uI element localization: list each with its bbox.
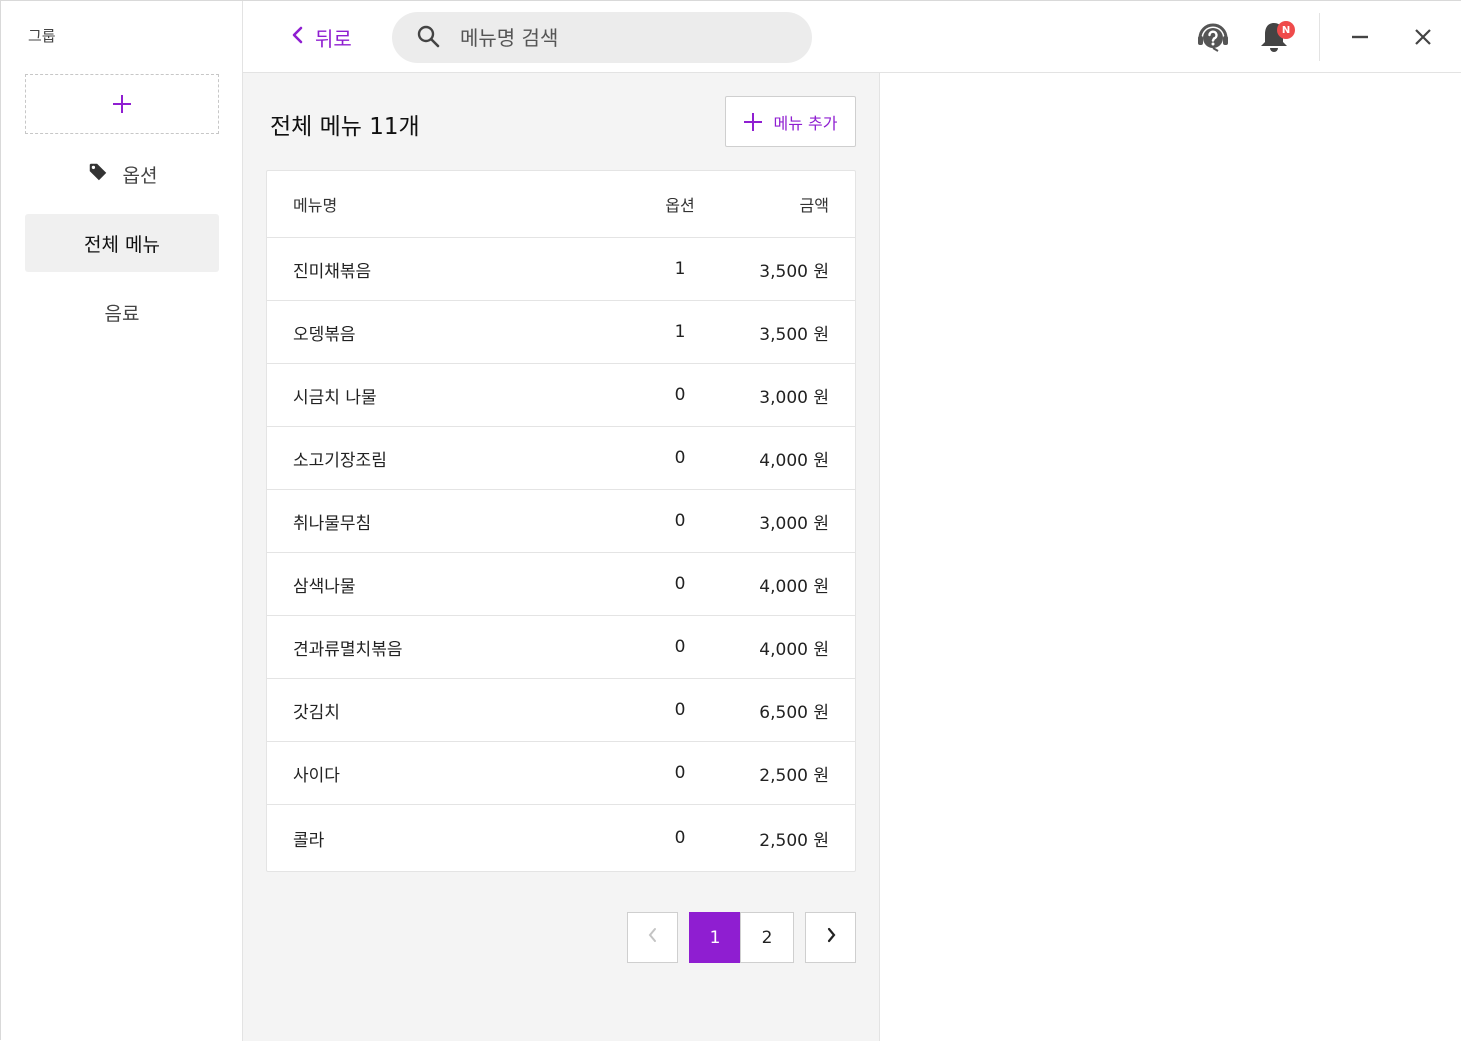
menu-name-cell: 취나물무침 (293, 513, 372, 534)
menu-name-cell: 진미채볶음 (293, 261, 372, 282)
menu-name-cell: 견과류멸치볶음 (293, 639, 403, 660)
option-count-cell: 0 (674, 637, 686, 657)
minimize-button[interactable] (1340, 19, 1380, 59)
add-group-button[interactable] (25, 74, 219, 134)
option-count-cell: 0 (674, 700, 686, 720)
notification-badge: N (1277, 21, 1295, 39)
table-row[interactable]: 취나물무침 0 3,000 원 (267, 489, 855, 552)
pagination-page-button[interactable]: 1 (689, 912, 741, 963)
sidebar-item-label: 옵션 (122, 164, 158, 187)
column-header-name: 메뉴명 (293, 196, 338, 215)
notifications-button[interactable]: N (1254, 19, 1295, 59)
menu-list-panel: 전체 메뉴 11개 메뉴 추가 메뉴명 옵션 금액 진미채볶음 1 3,500 … (243, 73, 880, 1041)
option-count-cell: 0 (674, 763, 686, 783)
chevron-left-icon (647, 926, 659, 949)
column-header-options: 옵션 (665, 196, 695, 215)
table-row[interactable]: 소고기장조림 0 4,000 원 (267, 426, 855, 489)
pagination-next-button[interactable] (805, 912, 856, 963)
pagination-prev-button[interactable] (627, 912, 678, 963)
option-count-cell: 0 (674, 511, 686, 531)
table-row[interactable]: 삼색나물 0 4,000 원 (267, 552, 855, 615)
column-header-price: 금액 (799, 196, 829, 215)
back-button[interactable]: 뒤로 (291, 21, 352, 53)
plus-icon (743, 112, 762, 131)
table-row[interactable]: 사이다 0 2,500 원 (267, 741, 855, 804)
back-label: 뒤로 (315, 26, 352, 51)
menu-name-cell: 갓김치 (293, 702, 340, 723)
option-count-cell: 1 (674, 322, 686, 342)
search-box (392, 12, 812, 63)
page-title: 전체 메뉴 11개 (270, 114, 420, 140)
price-cell: 3,000 원 (759, 513, 829, 534)
chevron-right-icon (825, 926, 837, 949)
option-count-cell: 0 (674, 385, 686, 405)
menu-name-cell: 사이다 (293, 765, 340, 786)
headset-help-icon (1195, 19, 1231, 59)
detail-area (880, 73, 1461, 1041)
menu-name-cell: 시금치 나물 (293, 387, 377, 408)
table-row[interactable]: 시금치 나물 0 3,000 원 (267, 363, 855, 426)
price-cell: 3,500 원 (759, 324, 829, 345)
chevron-left-icon (291, 25, 305, 50)
price-cell: 4,000 원 (759, 450, 829, 471)
tag-icon (87, 161, 109, 188)
sidebar-item-label: 음료 (104, 302, 140, 325)
option-count-cell: 1 (674, 259, 686, 279)
sidebar-title: 그룹 (28, 27, 56, 45)
price-cell: 2,500 원 (759, 830, 829, 851)
menu-name-cell: 오뎅볶음 (293, 324, 356, 345)
option-count-cell: 0 (674, 574, 686, 594)
sidebar-item-all-menu[interactable]: 전체 메뉴 (25, 214, 219, 272)
table-row[interactable]: 갓김치 0 6,500 원 (267, 678, 855, 741)
search-input[interactable] (460, 25, 780, 50)
sidebar-item-options[interactable]: 옵션 (25, 145, 219, 203)
close-button[interactable] (1403, 19, 1443, 59)
top-bar: 뒤로 메뉴명 검색 N (243, 1, 1461, 73)
close-icon (1413, 27, 1433, 51)
pagination-page-button[interactable]: 2 (740, 912, 794, 963)
option-count-cell: 0 (674, 828, 686, 848)
price-cell: 2,500 원 (759, 765, 829, 786)
table-header-row: 메뉴명 옵션 금액 (267, 171, 855, 237)
search-icon (416, 24, 440, 52)
topbar-divider (1319, 13, 1320, 61)
price-cell: 4,000 원 (759, 639, 829, 660)
minimize-icon (1350, 27, 1370, 51)
add-menu-button[interactable]: 메뉴 추가 (725, 96, 856, 147)
app-window: 그룹 옵션 전체 메뉴 음료 뒤로 메뉴명 검색 N 전체 메뉴 11개 메뉴 … (0, 0, 1461, 1041)
menu-table: 메뉴명 옵션 금액 진미채볶음 1 3,500 원 오뎅볶음 1 3,500 원… (266, 170, 856, 872)
price-cell: 4,000 원 (759, 576, 829, 597)
option-count-cell: 0 (674, 448, 686, 468)
menu-name-cell: 삼색나물 (293, 576, 356, 597)
table-row[interactable]: 진미채볶음 1 3,500 원 (267, 237, 855, 300)
plus-icon (113, 95, 131, 113)
table-row[interactable]: 견과류멸치볶음 0 4,000 원 (267, 615, 855, 678)
price-cell: 6,500 원 (759, 702, 829, 723)
menu-name-cell: 소고기장조림 (293, 450, 387, 471)
price-cell: 3,000 원 (759, 387, 829, 408)
table-row[interactable]: 콜라 0 2,500 원 (267, 804, 855, 871)
price-cell: 3,500 원 (759, 261, 829, 282)
sidebar-item-label: 전체 메뉴 (84, 233, 160, 256)
help-support-button[interactable] (1193, 19, 1233, 59)
menu-name-cell: 콜라 (293, 830, 325, 851)
sidebar-item-drinks[interactable]: 음료 (25, 283, 219, 341)
group-sidebar: 그룹 옵션 전체 메뉴 음료 (1, 1, 243, 1041)
add-menu-label: 메뉴 추가 (773, 113, 838, 133)
table-row[interactable]: 오뎅볶음 1 3,500 원 (267, 300, 855, 363)
